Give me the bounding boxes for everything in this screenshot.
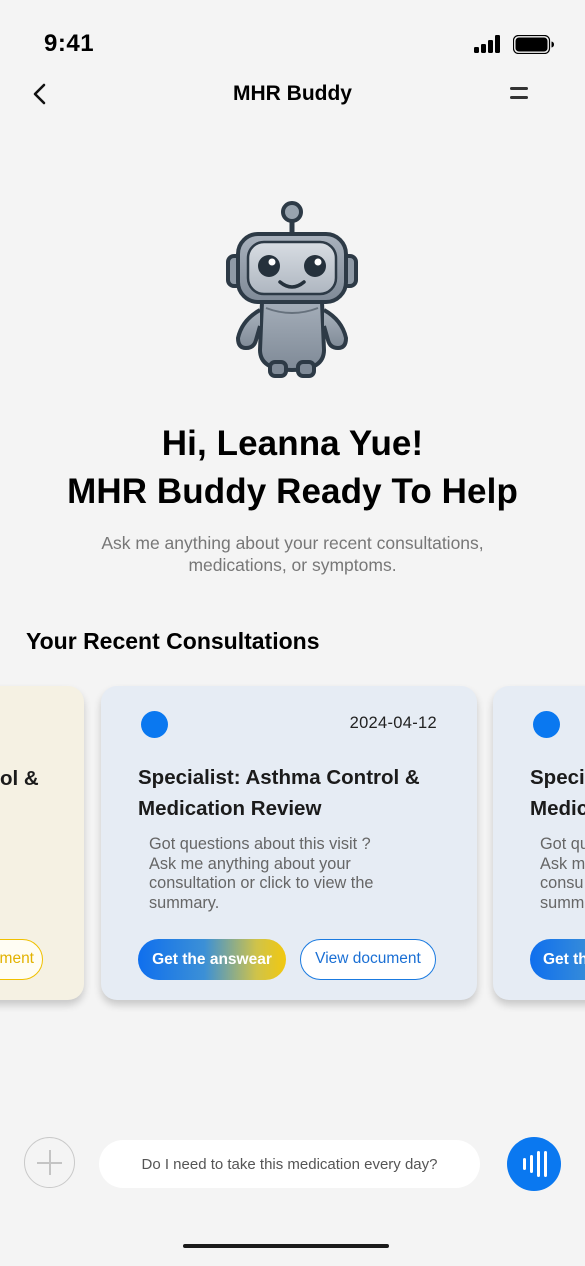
consultation-description-line-4: summary. xyxy=(149,893,220,912)
view-document-button[interactable]: View document xyxy=(300,939,436,980)
status-time: 9:41 xyxy=(44,30,95,57)
consultation-title: Specialist: Asthma Control & Medication … xyxy=(138,762,420,824)
greeting-line-1: Hi, Leanna Yue! xyxy=(161,424,424,463)
consultation-description: Got questions about this visit ? Ask me … xyxy=(149,835,373,913)
card-title-fragment-line-1: Speci xyxy=(530,766,585,789)
voice-wave-icon xyxy=(523,1158,526,1170)
add-attachment-button[interactable] xyxy=(24,1137,75,1188)
card-description-fragment: Got qu Ask m consu summ xyxy=(540,835,585,913)
consultation-description-line-2: Ask me anything about your xyxy=(149,854,351,873)
greeting-heading: Hi, Leanna Yue! MHR Buddy Ready To Help xyxy=(0,420,585,516)
menu-icon[interactable] xyxy=(509,84,531,104)
home-indicator xyxy=(183,1244,389,1248)
battery-icon xyxy=(513,35,554,54)
consultation-description-line-1: Got questions about this visit ? xyxy=(149,835,371,853)
card-title-fragment-line-2: Medic xyxy=(530,797,585,820)
consultation-title-line-2: Medication Review xyxy=(138,797,322,820)
hero-subtitle: Ask me anything about your recent consul… xyxy=(101,533,484,575)
voice-input-button[interactable] xyxy=(507,1137,561,1191)
card-description-fragment-line-3: consu xyxy=(540,874,584,892)
page-title: MHR Buddy xyxy=(233,82,352,105)
consultation-date: 2024-04-12 xyxy=(349,714,437,732)
robot-mascot-icon xyxy=(226,201,358,378)
card-title-fragment: Speci Medic xyxy=(530,762,585,824)
consultation-card-next[interactable]: Speci Medic Got qu Ask m consu summ Get … xyxy=(493,686,585,1000)
card-description-fragment-line-1: Got qu xyxy=(540,835,585,853)
card-title-fragment: ol & xyxy=(0,767,39,790)
consultation-card-previous[interactable]: ol & ment xyxy=(0,686,84,1000)
view-document-button[interactable]: ment xyxy=(0,939,43,980)
status-dot-icon xyxy=(141,711,168,738)
cellular-signal-icon xyxy=(474,35,502,53)
card-description-fragment-line-4: summ xyxy=(540,893,585,912)
card-description-fragment-line-2: Ask m xyxy=(540,854,585,873)
consultation-title-line-1: Specialist: Asthma Control & xyxy=(138,766,420,789)
section-title: Your Recent Consultations xyxy=(26,628,320,654)
consultation-description-line-3: consultation or click to view the xyxy=(149,874,374,892)
get-answer-button[interactable]: Get th xyxy=(530,939,585,980)
screen: 9:41 MHR Buddy Hi, Leanna Yue! MHR Buddy… xyxy=(0,0,585,1266)
status-dot-icon xyxy=(533,711,560,738)
chat-input[interactable] xyxy=(99,1140,480,1188)
consultation-card[interactable]: 2024-04-12 Specialist: Asthma Control & … xyxy=(101,686,477,1000)
get-answer-button[interactable]: Get the answear xyxy=(138,939,286,980)
greeting-line-2: MHR Buddy Ready To Help xyxy=(67,472,518,511)
